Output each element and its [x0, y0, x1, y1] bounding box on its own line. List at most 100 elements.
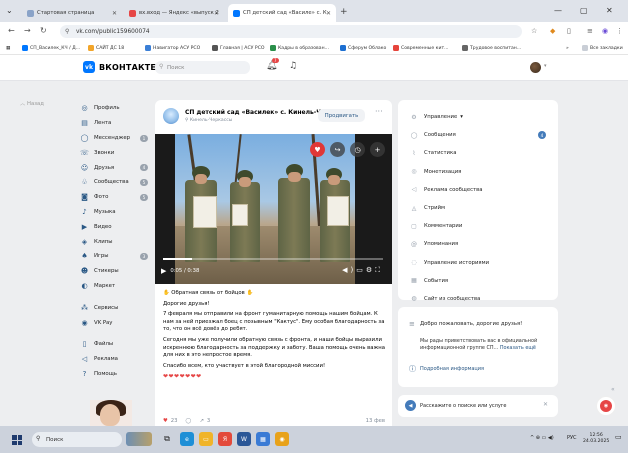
browser-menu-icon[interactable]: ⋮ — [616, 27, 623, 35]
profile-icon[interactable]: ◉ — [602, 27, 608, 35]
scroll-up-icon[interactable]: « — [611, 386, 615, 393]
music-player-icon[interactable]: ♫ — [289, 61, 297, 71]
site-info-icon[interactable]: ⚲ — [65, 28, 69, 35]
menu-item-communities[interactable]: ♧ Сообщества 5 — [80, 175, 158, 190]
edge-browser-icon[interactable]: e — [180, 432, 194, 446]
new-tab-button[interactable]: + — [340, 7, 348, 17]
menu-item-video[interactable]: ▶ Видео — [80, 219, 158, 234]
tab-start-page[interactable]: Стартовая страница ✕ — [22, 4, 122, 22]
sidebar-icon[interactable]: ▯ — [567, 27, 571, 35]
menu-item-ads[interactable]: ◁ Реклама — [80, 352, 158, 367]
bookmark-item[interactable]: Трудовое воспитан... — [462, 43, 521, 53]
close-tab-icon[interactable]: ✕ — [326, 10, 331, 17]
chrome-icon[interactable]: ◉ — [275, 432, 289, 446]
close-window-button[interactable]: ✕ — [606, 6, 613, 15]
bookmark-item[interactable]: Современные кит... — [393, 43, 449, 53]
forward-arrow-icon[interactable]: → — [24, 26, 31, 35]
word-icon[interactable]: W — [237, 432, 251, 446]
back-arrow-icon[interactable]: ← — [8, 26, 15, 35]
close-icon[interactable]: ✕ — [543, 401, 548, 408]
like-video-icon[interactable]: ♥ — [310, 142, 325, 157]
tab-vk-active[interactable]: СП детский сад «Василе» с. К ✕ — [228, 4, 336, 22]
taskbar-widget-icon[interactable] — [126, 432, 152, 446]
store-icon[interactable]: ▦ — [256, 432, 270, 446]
admin-menu-mentions[interactable]: @ Упоминания — [398, 235, 558, 253]
more-bookmarks-icon[interactable]: » — [566, 43, 569, 53]
notification-center-icon[interactable]: ▭ — [615, 433, 622, 441]
extension-icon[interactable]: ◆ — [550, 27, 555, 35]
back-link[interactable]: ︿ Назад — [20, 99, 44, 107]
menu-item-feed[interactable]: ▤ Лента — [80, 116, 158, 131]
more-info-link[interactable]: Подробная информация — [420, 366, 484, 372]
file-explorer-icon[interactable]: ▭ — [199, 432, 213, 446]
menu-item-phone[interactable]: ☏ Звонки — [80, 145, 158, 160]
system-clock[interactable]: 12:56 24.03.2025 — [583, 433, 609, 445]
tray-icons[interactable]: ^ ⊕ ▭ ◀) — [530, 435, 554, 441]
bookmark-star-icon[interactable]: ☆ — [531, 27, 537, 35]
admin-menu-messages[interactable]: ◯ Сообщения 4 — [398, 126, 558, 144]
close-tab-icon[interactable]: ✕ — [112, 10, 117, 17]
menu-item-music[interactable]: ♪ Музыка — [80, 205, 158, 220]
admin-menu-stories[interactable]: ◌ Управление историями — [398, 254, 558, 272]
admin-menu-ads-community[interactable]: ◁ Реклама сообщества — [398, 181, 558, 199]
show-more-link[interactable]: Показать ещё — [500, 345, 536, 351]
menu-item-profile[interactable]: ◎ Профиль — [80, 101, 158, 116]
chevron-down-icon[interactable]: ▾ — [544, 63, 547, 69]
admin-menu-money[interactable]: ◎ Монетизация — [398, 163, 558, 181]
video-settings-icons[interactable]: ◀)▭⚙⛶ — [342, 266, 383, 275]
minimize-button[interactable]: — — [554, 6, 562, 15]
maximize-button[interactable]: ▢ — [580, 6, 588, 15]
menu-item-photo[interactable]: ◙ Фото 5 — [80, 190, 158, 205]
bookmark-item[interactable]: Главная | АСУ РСО — [212, 43, 265, 53]
comment-icon[interactable]: ◯ — [186, 418, 192, 424]
community-name-link[interactable]: СП детский сад «Василек» с. Кинель-Чер..… — [185, 109, 336, 116]
menu-item-messenger[interactable]: ◯ Мессенджер 1 — [80, 131, 158, 146]
all-bookmarks-folder[interactable]: Все закладки — [582, 43, 623, 53]
menu-item-games[interactable]: ♠ Игры 3 — [80, 249, 158, 264]
menu-item-friends[interactable]: ☺ Друзья 4 — [80, 160, 158, 175]
video-progress-bar[interactable] — [163, 258, 383, 260]
menu-item-stickers[interactable]: ☻ Стикеры — [80, 264, 158, 279]
windows-start-icon[interactable] — [12, 435, 22, 445]
like-icon[interactable]: ♥ — [163, 418, 168, 424]
promote-button[interactable]: Продвигать — [318, 109, 365, 122]
admin-menu-manage[interactable]: ⚙ Управление ▾ — [398, 108, 558, 126]
floating-assistant-button[interactable]: ◉ — [596, 396, 616, 416]
admin-menu-comments[interactable]: ▢ Комментарии — [398, 217, 558, 235]
bookmark-item[interactable]: САЙТ ДС 18 — [88, 43, 124, 53]
tab-yandex[interactable]: вх.вход — Яндекс «выпуск 2 ✕ — [124, 4, 224, 22]
like-count[interactable]: 23 — [171, 418, 178, 424]
post-video-player[interactable]: ♥ ↪ ◷ + ▶ 0:05 / 0:38 ◀)▭⚙⛶ — [155, 134, 392, 284]
yandex-browser-icon[interactable]: Я — [218, 432, 232, 446]
post-more-icon[interactable]: ··· — [375, 107, 383, 116]
share-video-icon[interactable]: ↪ — [330, 142, 345, 157]
taskbar-search-input[interactable]: ⚲ Поиск — [32, 432, 122, 447]
news-prompt-card[interactable]: ◀ Расскажите о поиске или услуге ✕ — [398, 395, 558, 417]
menu-item-services[interactable]: ⁂ Сервисы — [80, 300, 158, 315]
close-tab-icon[interactable]: ✕ — [214, 10, 219, 17]
bookmark-item[interactable]: Кадры в образован... — [270, 43, 329, 53]
menu-item-market[interactable]: ◐ Маркет — [80, 279, 158, 294]
community-avatar[interactable] — [163, 108, 179, 124]
bookmark-item[interactable]: Навигатор АСУ РСО — [145, 43, 200, 53]
admin-menu-site[interactable]: ◍ Сайт из сообщества — [398, 290, 558, 308]
menu-item-vkpay[interactable]: ◉ VK Pay — [80, 315, 158, 330]
bookmark-item[interactable]: СП_Василек_КЧ / Д... — [22, 43, 80, 53]
reading-list-icon[interactable]: ≡ — [587, 27, 593, 35]
vk-search-input[interactable]: ⚲ Поиск — [155, 61, 250, 74]
share-icon[interactable]: ↗ — [199, 418, 203, 424]
bookmark-item[interactable]: Сферум Облако — [340, 43, 386, 53]
vk-logo[interactable]: vk ВКОНТАКТЕ — [83, 61, 156, 73]
play-icon[interactable]: ▶ — [161, 267, 166, 275]
reload-icon[interactable]: ↻ — [40, 26, 47, 35]
url-input[interactable]: ⚲ vk.com/public159600074 — [60, 25, 522, 38]
add-video-icon[interactable]: + — [370, 142, 385, 157]
menu-item-files[interactable]: ▯ Файлы — [80, 337, 158, 352]
watch-later-icon[interactable]: ◷ — [350, 142, 365, 157]
admin-menu-stats[interactable]: ⌇ Статистика — [398, 144, 558, 162]
tab-list-icon[interactable]: ⌄ — [6, 6, 13, 15]
user-avatar[interactable] — [530, 62, 541, 73]
menu-item-clips[interactable]: ◈ Клипы — [80, 234, 158, 249]
notifications-bell-icon[interactable]: 🔔︎ 7 — [266, 58, 279, 71]
admin-menu-events[interactable]: ▦ События — [398, 272, 558, 290]
